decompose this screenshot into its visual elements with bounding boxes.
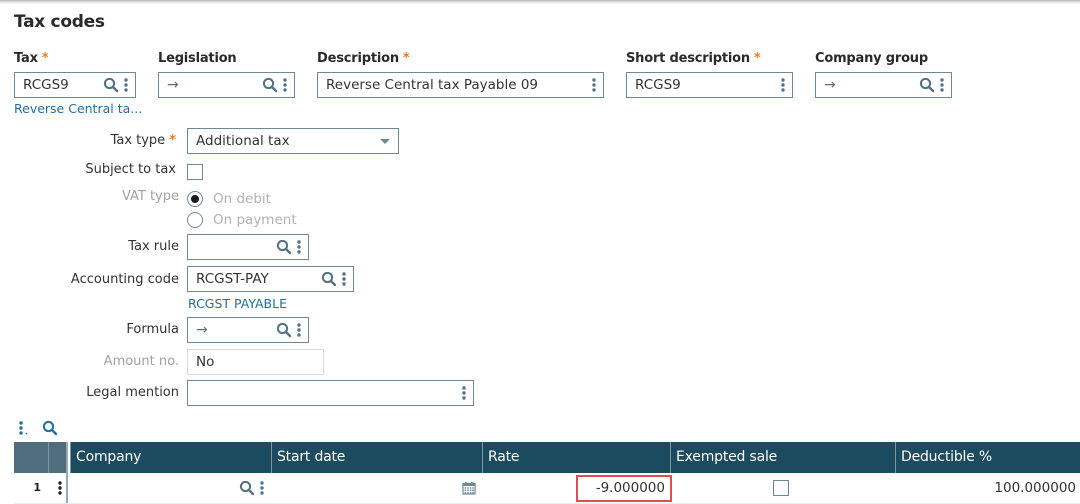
formula-field[interactable]: → [187, 317, 309, 343]
tax-type-label-text: Tax type [110, 133, 166, 148]
company-group-label: Company group [815, 51, 928, 66]
legislation-label: Legislation [158, 51, 237, 66]
column-header-company[interactable]: Company [70, 442, 271, 473]
amount-no-field: No [187, 349, 324, 375]
exempted-sale-checkbox[interactable] [773, 480, 789, 496]
accounting-code-label: Accounting code [70, 272, 179, 287]
tax-rate-grid: Company Start date Rate Exempted sale De… [14, 442, 1080, 504]
chevron-down-icon[interactable] [380, 138, 390, 144]
search-icon[interactable] [103, 77, 119, 93]
vat-type-option-on-debit: On debit [213, 191, 271, 207]
search-icon[interactable] [276, 239, 292, 255]
more-options-icon[interactable] [780, 77, 786, 93]
required-icon: * [41, 51, 49, 66]
description-label: Description * [317, 51, 410, 66]
top-shadow [0, 0, 1080, 4]
more-options-icon[interactable] [591, 77, 597, 93]
more-options-icon[interactable] [123, 77, 129, 93]
vat-type-radio-on-debit[interactable] [187, 191, 203, 207]
arrow-right-icon[interactable]: → [816, 77, 919, 93]
more-options-icon[interactable] [341, 271, 347, 287]
more-options-icon[interactable] [259, 480, 265, 496]
tax-type-value[interactable]: Additional tax [188, 133, 380, 149]
more-options-icon[interactable] [939, 77, 945, 93]
company-group-field[interactable]: → [815, 72, 952, 98]
amount-no-label: Amount no. [103, 354, 179, 369]
row-number: 1 [33, 481, 41, 494]
rate-cell[interactable]: -9.000000 [576, 475, 672, 502]
legal-mention-label: Legal mention [86, 385, 179, 400]
short-description-field[interactable]: RCGS9 [626, 72, 793, 98]
formula-label: Formula [126, 322, 179, 337]
description-field[interactable]: Reverse Central tax Payable 09 [317, 72, 604, 98]
row-action-header [49, 442, 66, 473]
vat-type-radio-on-payment[interactable] [187, 212, 203, 228]
accounting-code-link[interactable]: RCGST PAYABLE [188, 296, 287, 311]
table-row: 1 -9.000000 100.000000 [14, 473, 1080, 504]
column-header-rate[interactable]: Rate [482, 442, 670, 473]
arrow-right-icon[interactable]: → [159, 77, 262, 93]
calendar-icon[interactable] [462, 481, 476, 495]
required-icon: * [753, 51, 761, 66]
more-options-icon[interactable] [296, 239, 302, 255]
grid-toolbar [18, 420, 58, 436]
page-title: Tax codes [14, 12, 105, 32]
arrow-right-icon[interactable]: → [188, 322, 276, 338]
accounting-code-field[interactable]: RCGST-PAY [187, 266, 354, 292]
column-header-exempted-sale[interactable]: Exempted sale [670, 442, 895, 473]
vat-type-label: VAT type [121, 189, 179, 204]
tax-type-select[interactable]: Additional tax [187, 128, 399, 154]
row-more-icon[interactable] [57, 480, 63, 496]
column-header-start-date[interactable]: Start date [271, 442, 482, 473]
row-number-header [14, 442, 49, 473]
description-label-text: Description [317, 51, 399, 66]
tax-rule-label: Tax rule [128, 239, 179, 254]
short-description-label-text: Short description [626, 51, 750, 66]
tax-label: Tax * [14, 51, 49, 66]
required-icon: * [402, 51, 410, 66]
tax-field[interactable]: RCGS9 [14, 72, 136, 98]
required-icon: * [169, 133, 176, 148]
vat-type-option-on-payment: On payment [213, 212, 297, 228]
tax-description-link[interactable]: Reverse Central ta... [14, 101, 142, 116]
search-icon[interactable] [262, 77, 278, 93]
legislation-field[interactable]: → [158, 72, 295, 98]
start-date-cell[interactable] [271, 473, 482, 503]
search-icon[interactable] [321, 271, 337, 287]
tax-label-text: Tax [14, 51, 38, 66]
short-description-label: Short description * [626, 51, 761, 66]
search-icon[interactable] [239, 480, 255, 496]
company-cell[interactable] [70, 473, 271, 503]
grid-header: Company Start date Rate Exempted sale De… [14, 442, 1080, 473]
subject-to-tax-checkbox[interactable] [187, 164, 203, 180]
deductible-cell[interactable]: 100.000000 [994, 473, 1076, 503]
more-options-icon[interactable] [282, 77, 288, 93]
accounting-code-input[interactable]: RCGST-PAY [188, 271, 321, 287]
description-input[interactable]: Reverse Central tax Payable 09 [318, 77, 591, 93]
search-icon[interactable] [919, 77, 935, 93]
column-header-deductible[interactable]: Deductible % [895, 442, 1080, 473]
short-description-input[interactable]: RCGS9 [627, 77, 780, 93]
subject-to-tax-label: Subject to tax [85, 162, 176, 177]
amount-no-value: No [196, 354, 215, 370]
tax-rule-field[interactable] [187, 234, 309, 260]
tax-type-label: Tax type * [0, 133, 176, 148]
tax-input[interactable]: RCGS9 [15, 77, 103, 93]
legal-mention-field[interactable] [187, 380, 474, 406]
grid-search-icon[interactable] [42, 420, 58, 436]
grid-actions-icon[interactable] [18, 420, 28, 436]
more-options-icon[interactable] [461, 385, 467, 401]
more-options-icon[interactable] [296, 322, 302, 338]
search-icon[interactable] [276, 322, 292, 338]
